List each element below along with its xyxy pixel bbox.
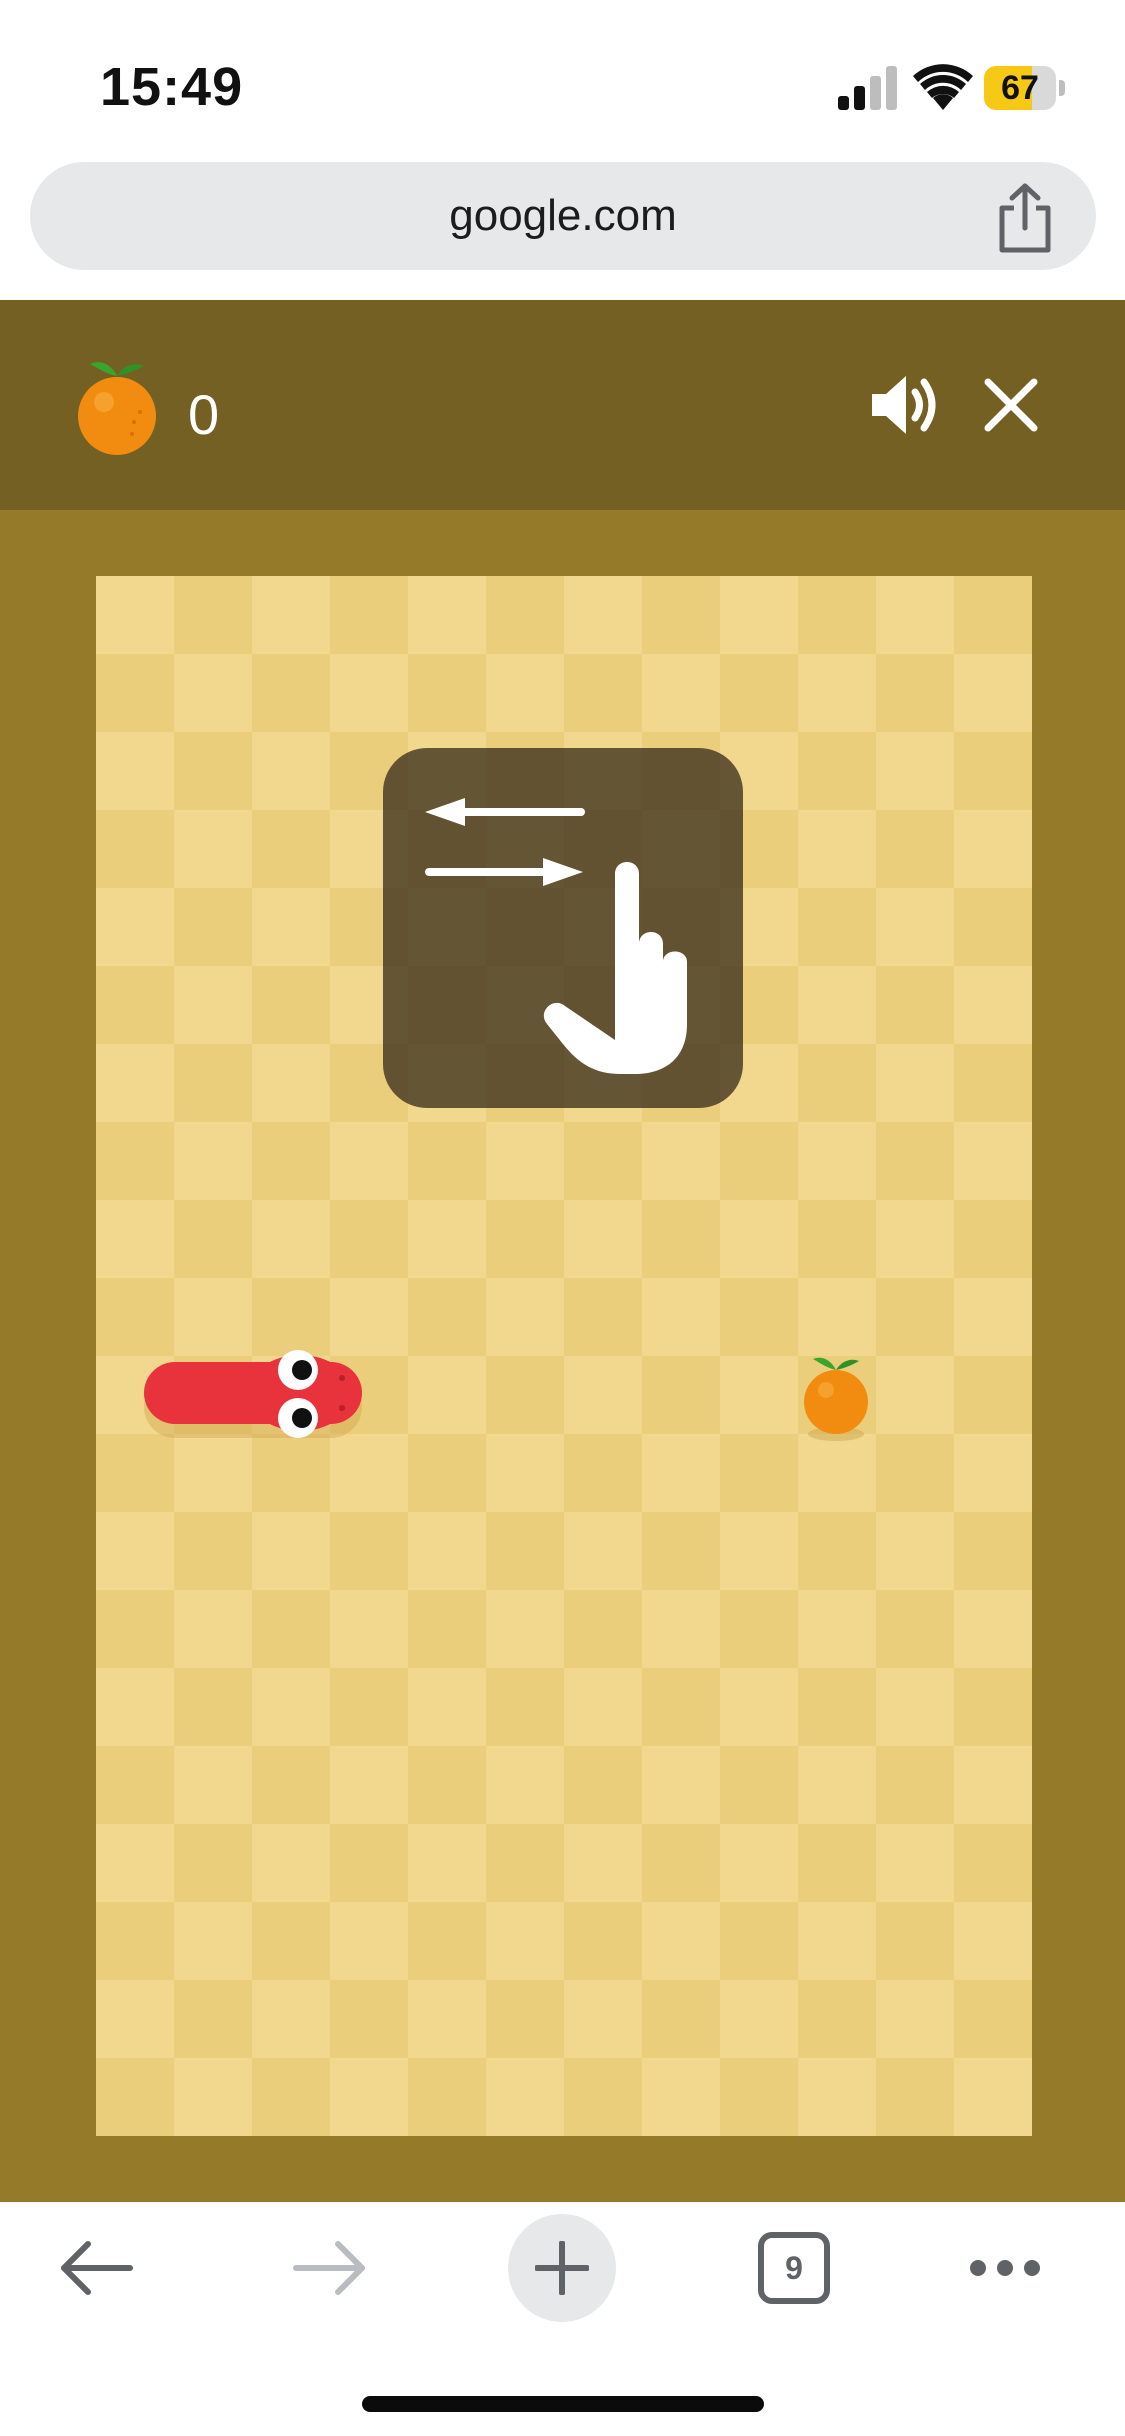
share-icon[interactable] — [990, 182, 1060, 254]
new-tab-button[interactable] — [508, 2214, 616, 2322]
status-time: 15:49 — [100, 57, 244, 117]
snake — [144, 1350, 362, 1438]
game-header — [0, 300, 1125, 510]
orange-fruit — [804, 1357, 868, 1441]
back-arrow-icon[interactable] — [56, 2236, 136, 2300]
status-bar: 15:49 67 — [0, 0, 1125, 150]
address-bar[interactable]: google.com — [30, 162, 1096, 270]
cellular-signal-icon — [838, 66, 897, 110]
score-value: 0 — [188, 383, 220, 446]
wifi-icon — [913, 64, 973, 110]
battery-level: 67 — [1001, 69, 1039, 107]
url-text[interactable]: google.com — [30, 162, 1096, 270]
swipe-left-right-hand-icon — [425, 798, 687, 1074]
orange-fruit-icon — [78, 362, 156, 455]
battery-cap — [1059, 80, 1065, 96]
swipe-hint-overlay — [383, 748, 743, 1108]
tab-count: 9 — [785, 2250, 803, 2286]
battery-body: 67 — [984, 66, 1056, 110]
tab-switcher-icon[interactable]: 9 — [758, 2232, 830, 2304]
more-options-icon[interactable] — [968, 2254, 1042, 2282]
battery-icon: 67 — [984, 66, 1065, 110]
forward-arrow-icon[interactable] — [290, 2236, 370, 2300]
new-tab-plus-icon — [535, 2241, 589, 2295]
close-icon[interactable] — [984, 378, 1038, 432]
speaker-on-icon[interactable] — [868, 372, 940, 438]
home-indicator — [362, 2396, 764, 2412]
